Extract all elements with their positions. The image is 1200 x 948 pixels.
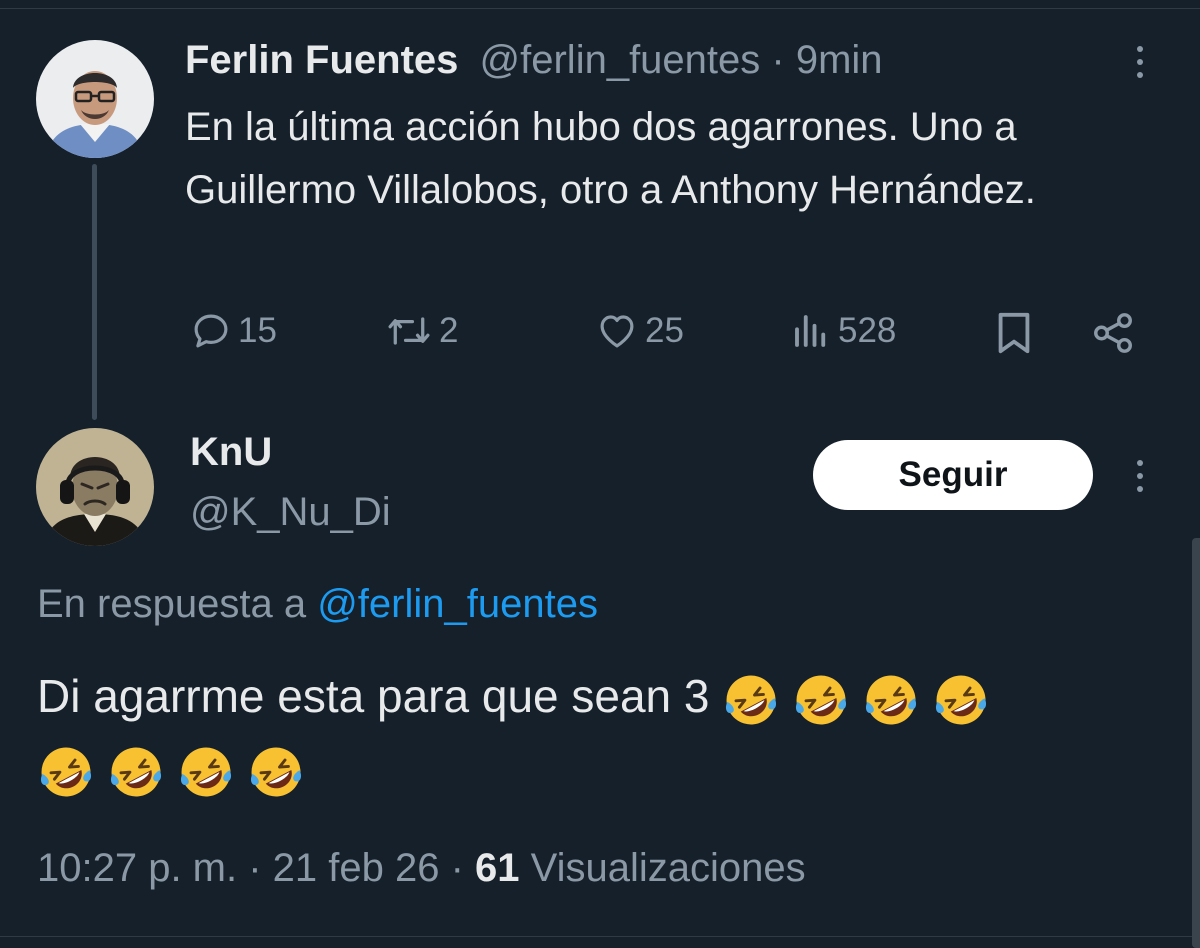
retweet-count: 2 xyxy=(439,311,459,350)
view-count-number: 61 xyxy=(475,846,520,890)
retweet-icon xyxy=(388,317,430,345)
reply-author-handle[interactable]: @K_Nu_Di xyxy=(190,490,391,535)
views-action[interactable]: 528 xyxy=(790,310,896,352)
original-tweet-header: Ferlin Fuentes @ferlin_fuentes · 9min xyxy=(185,38,883,83)
bookmark-icon xyxy=(998,312,1030,354)
emoji-group xyxy=(37,743,305,801)
reply-count: 15 xyxy=(238,311,277,350)
replying-to: En respuesta a @ferlin_fuentes xyxy=(37,582,598,627)
tweet-time[interactable]: 9min xyxy=(796,38,883,82)
rolling-on-the-floor-laughing-emoji xyxy=(936,675,987,725)
like-action[interactable]: 25 xyxy=(595,310,684,352)
views-label: Visualizaciones xyxy=(519,846,806,890)
rolling-on-the-floor-laughing-emoji xyxy=(40,747,92,797)
bottom-divider xyxy=(0,936,1200,937)
reply-author-name[interactable]: KnU xyxy=(190,430,272,475)
reply-tweet-text: Di agarrme esta para que sean 3 xyxy=(37,660,1167,804)
bookmark-action[interactable] xyxy=(994,310,1034,356)
header-separator: · xyxy=(760,38,796,82)
rolling-on-the-floor-laughing-emoji xyxy=(726,675,777,725)
top-divider xyxy=(0,8,1200,9)
author-name[interactable]: Ferlin Fuentes xyxy=(185,38,458,82)
ferlin-avatar[interactable] xyxy=(36,40,154,158)
share-action[interactable] xyxy=(1090,310,1136,356)
share-icon xyxy=(1094,313,1132,353)
original-tweet-text: En la última acción hubo dos agarrones. … xyxy=(185,105,1036,212)
replying-prefix: En respuesta a xyxy=(37,582,318,626)
heart-icon xyxy=(600,315,634,348)
more-options-icon[interactable] xyxy=(1135,46,1145,78)
emoji-group xyxy=(722,671,990,729)
reply-more-options-icon[interactable] xyxy=(1135,460,1145,492)
retweet-action[interactable]: 2 xyxy=(385,310,458,352)
replying-mention-link[interactable]: @ferlin_fuentes xyxy=(317,582,598,626)
timestamp[interactable]: 10:27 p. m. · 21 feb 26 · xyxy=(37,846,475,890)
rolling-on-the-floor-laughing-emoji xyxy=(796,675,847,725)
author-handle[interactable]: @ferlin_fuentes xyxy=(480,38,761,82)
views-icon xyxy=(795,315,826,347)
scrollbar[interactable] xyxy=(1192,538,1200,948)
knu-avatar[interactable] xyxy=(36,428,154,546)
view-count: 528 xyxy=(838,311,897,350)
reply-icon xyxy=(194,314,228,348)
thread-line xyxy=(92,164,97,420)
rolling-on-the-floor-laughing-emoji xyxy=(866,675,917,725)
reply-action[interactable]: 15 xyxy=(190,310,277,352)
like-count: 25 xyxy=(645,311,684,350)
follow-button[interactable]: Seguir xyxy=(813,440,1093,510)
rolling-on-the-floor-laughing-emoji xyxy=(180,747,232,797)
rolling-on-the-floor-laughing-emoji xyxy=(110,747,162,797)
rolling-on-the-floor-laughing-emoji xyxy=(250,747,302,797)
tweet-meta: 10:27 p. m. · 21 feb 26 · 61 Visualizaci… xyxy=(37,846,806,891)
reply-text-body: Di agarrme esta para que sean 3 xyxy=(37,670,710,722)
